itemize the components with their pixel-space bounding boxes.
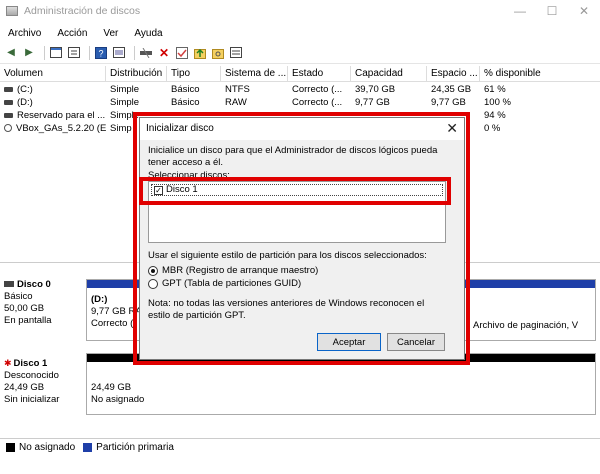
col-disponible[interactable]: % disponible — [480, 66, 600, 82]
col-distribucion[interactable]: Distribución — [106, 66, 167, 82]
disk-selection-highlight-frame — [139, 177, 451, 205]
disk1-name: Disco 1 — [13, 358, 48, 369]
cell-type: Básico — [171, 97, 200, 108]
gpt-radio[interactable] — [148, 278, 158, 289]
cell-percent: 94 % — [484, 110, 506, 121]
table-row[interactable]: (D:) Simple Básico RAW Correcto (... 9,7… — [0, 96, 600, 109]
cell-layout: Simp — [110, 123, 132, 134]
col-estado[interactable]: Estado — [288, 66, 351, 82]
back-arrow-icon[interactable]: ◀ — [4, 46, 18, 60]
drive-icon — [4, 112, 13, 118]
dialog-close-icon[interactable]: ✕ — [446, 120, 458, 137]
cell-fs: NTFS — [225, 84, 250, 95]
gpt-label: GPT (Tabla de particiones GUID) — [162, 278, 302, 289]
check-icon[interactable] — [175, 46, 189, 60]
disc-icon — [4, 124, 12, 133]
gpt-option[interactable]: GPT (Tabla de particiones GUID) — [148, 278, 301, 289]
cell-volume: (C:) — [17, 84, 33, 95]
minimize-button[interactable]: — — [504, 0, 536, 22]
properties-icon[interactable] — [67, 46, 81, 60]
console-tree-icon[interactable] — [49, 46, 63, 60]
view-icon[interactable] — [112, 46, 126, 60]
initialize-disk-dialog: Inicializar disco ✕ Inicialice un disco … — [139, 117, 465, 360]
legend-unallocated: No asignado — [19, 442, 76, 453]
col-capacidad[interactable]: Capacidad — [351, 66, 427, 82]
disk0-right-partition[interactable]: Archivo de paginación, V — [473, 320, 578, 331]
dialog-title-bar: Inicializar disco ✕ — [140, 118, 464, 140]
partition-style-label: Usar el siguiente estilo de partición pa… — [148, 250, 427, 261]
col-sistema[interactable]: Sistema de ... — [221, 66, 288, 82]
col-espacio[interactable]: Espacio ... — [427, 66, 480, 82]
primary-swatch — [83, 443, 93, 452]
gpt-note: Nota: no todas las versiones anteriores … — [148, 298, 425, 321]
disk1-space-size: 24,49 GB — [91, 382, 132, 393]
close-button[interactable]: ✕ — [568, 0, 600, 22]
cell-status: Correcto (... — [292, 84, 343, 95]
folder-up-icon[interactable] — [193, 46, 207, 60]
disk-icon — [4, 281, 14, 288]
cell-layout: Simple — [110, 97, 140, 108]
menu-ver[interactable]: Ver — [95, 28, 126, 39]
cell-layout: Simple — [110, 84, 140, 95]
cell-free: 24,35 GB — [431, 84, 472, 95]
cell-capacity: 39,70 GB — [355, 84, 396, 95]
disk-error-icon: ✱ — [4, 358, 12, 368]
mbr-radio[interactable] — [148, 265, 158, 276]
mbr-option[interactable]: MBR (Registro de arranque maestro) — [148, 265, 318, 276]
disk0-status: En pantalla — [4, 315, 52, 326]
col-volumen[interactable]: Volumen — [0, 66, 106, 82]
connect-disk-icon[interactable] — [139, 46, 153, 60]
cell-status: Correcto (... — [292, 97, 343, 108]
col-tipo[interactable]: Tipo — [167, 66, 221, 82]
app-icon — [6, 6, 18, 16]
cell-volume: VBox_GAs_5.2.20 (E:) — [16, 123, 106, 134]
menu-accion[interactable]: Acción — [49, 28, 95, 39]
svg-text:?: ? — [98, 48, 103, 58]
dialog-intro: Inicialice un disco para que el Administ… — [148, 145, 438, 168]
unallocated-swatch — [6, 443, 15, 452]
drive-icon — [4, 99, 13, 105]
menu-archivo[interactable]: Archivo — [0, 28, 49, 39]
volume-table-header: Volumen Distribución Tipo Sistema de ...… — [0, 66, 600, 82]
accept-button[interactable]: Aceptar — [317, 333, 381, 351]
disk1-status: Sin inicializar — [4, 394, 60, 405]
legend-primary: Partición primaria — [96, 442, 174, 453]
disk1-space[interactable]: 24,49 GB No asignado — [91, 382, 144, 406]
cell-type: Básico — [171, 84, 200, 95]
menu-ayuda[interactable]: Ayuda — [126, 28, 170, 39]
cell-free: 9,77 GB — [431, 97, 466, 108]
delete-icon[interactable]: ✕ — [157, 46, 171, 60]
mbr-label: MBR (Registro de arranque maestro) — [162, 265, 319, 276]
cell-percent: 100 % — [484, 97, 511, 108]
disk0-size: 50,00 GB — [4, 303, 45, 314]
cell-volume: Reservado para el ... — [17, 110, 106, 121]
disk1-size: 24,49 GB — [4, 382, 45, 393]
disk0-label[interactable]: Disco 0 Básico 50,00 GB En pantalla — [4, 279, 84, 327]
forward-arrow-icon[interactable]: ▶ — [22, 46, 36, 60]
dialog-title: Inicializar disco — [146, 123, 214, 134]
legend: No asignado Partición primaria — [0, 438, 600, 456]
maximize-button[interactable]: ☐ — [536, 0, 568, 22]
title-bar: Administración de discos — ☐ ✕ — [0, 0, 600, 22]
list-view-icon[interactable] — [229, 46, 243, 60]
cancel-button[interactable]: Cancelar — [387, 333, 445, 351]
cell-volume: (D:) — [17, 97, 33, 108]
disk0-type: Básico — [4, 291, 33, 302]
drive-icon — [4, 86, 13, 92]
cell-fs: RAW — [225, 97, 247, 108]
toolbar: ◀ ▶ ? ✕ — [0, 42, 600, 64]
help-icon[interactable]: ? — [94, 46, 108, 60]
disk1-label[interactable]: ✱ Disco 1 Desconocido 24,49 GB Sin inicia… — [4, 357, 84, 406]
window-title: Administración de discos — [24, 5, 141, 17]
menu-bar: Archivo Acción Ver Ayuda — [0, 24, 171, 42]
disk0-name: Disco 0 — [17, 279, 51, 290]
disk1-space-status: No asignado — [91, 394, 145, 405]
cell-capacity: 9,77 GB — [355, 97, 390, 108]
cell-percent: 0 % — [484, 123, 501, 134]
disk1-type: Desconocido — [4, 370, 59, 381]
cell-percent: 61 % — [484, 84, 506, 95]
table-row[interactable]: (C:) Simple Básico NTFS Correcto (... 39… — [0, 83, 600, 96]
folder-search-icon[interactable] — [211, 46, 225, 60]
